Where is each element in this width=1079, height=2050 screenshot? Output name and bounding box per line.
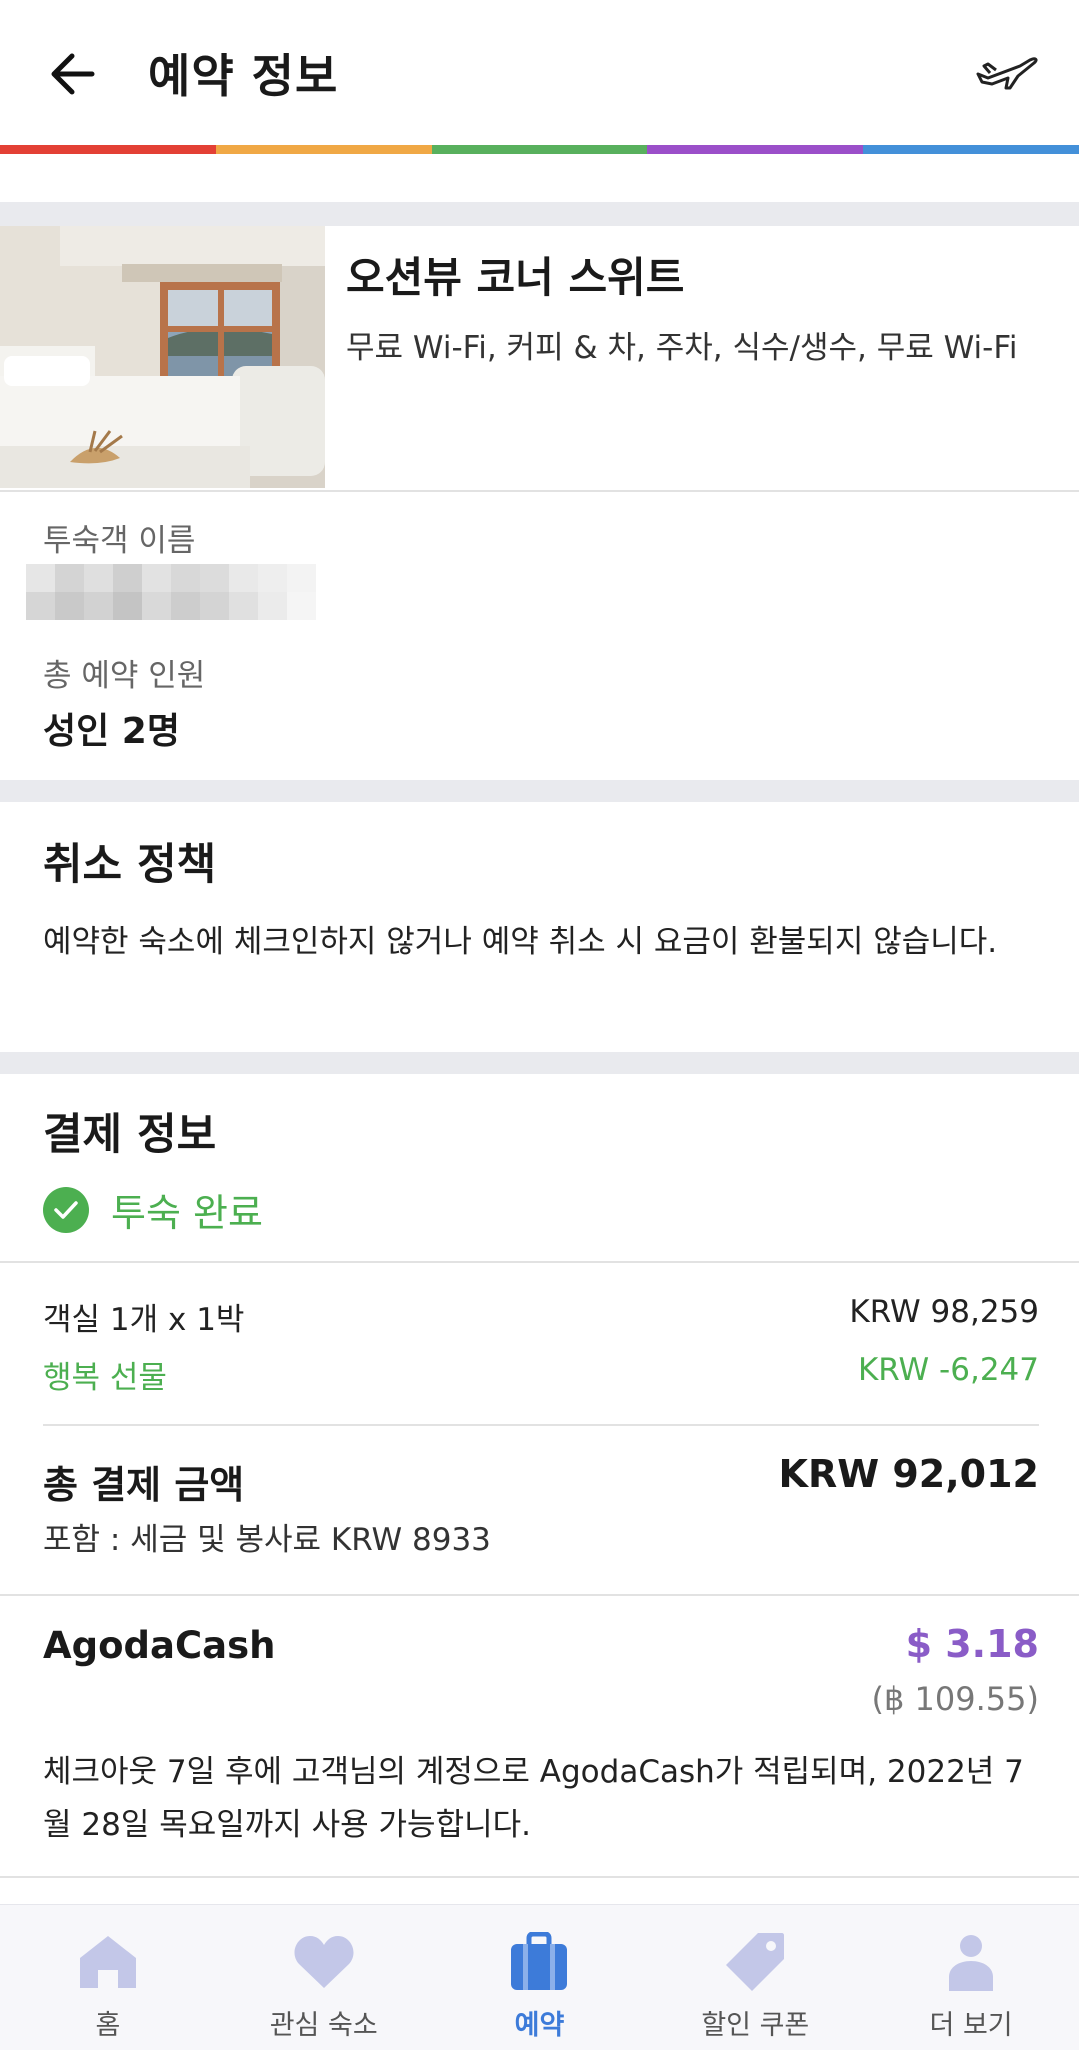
back-button[interactable] <box>42 44 102 104</box>
room-charge-label: 객실 1개 x 1박 <box>43 1302 245 1338</box>
room-charge-value: KRW 98,259 <box>849 1294 1039 1330</box>
tag-icon <box>726 1933 785 1991</box>
room-amenities: 무료 Wi-Fi, 커피 & 차, 주차, 식수/생수, 무료 Wi-Fi <box>346 330 1018 366</box>
agodacash-usd-value: $ 3.18 <box>905 1622 1039 1666</box>
rainbow-divider <box>0 145 1079 154</box>
check-circle-icon <box>43 1186 89 1233</box>
cancellation-policy-text: 예약한 숙소에 체크인하지 않거나 예약 취소 시 요금이 환불되지 않습니다. <box>43 924 998 960</box>
nav-label-bookings: 예약 <box>514 2010 565 2041</box>
divider <box>0 1876 1079 1878</box>
color-segment-blue <box>863 145 1079 154</box>
room-photo[interactable] <box>0 226 325 488</box>
cancellation-policy-title: 취소 정책 <box>43 840 217 890</box>
nav-item-home[interactable]: 홈 <box>0 1905 216 2050</box>
divider <box>0 1261 1079 1263</box>
nav-label-coupons: 할인 쿠폰 <box>701 2010 810 2041</box>
color-segment-green <box>431 145 648 154</box>
gift-discount-label: 행복 선물 <box>43 1360 167 1396</box>
divider <box>43 1424 1039 1426</box>
flight-button[interactable] <box>971 42 1043 102</box>
nav-item-favorites[interactable]: 관심 숙소 <box>216 1905 432 2050</box>
nav-label-more: 더 보기 <box>929 2010 1013 2041</box>
divider <box>0 490 1079 492</box>
agodacash-label: AgodaCash <box>43 1624 276 1667</box>
guest-count-value: 성인 2명 <box>43 711 180 752</box>
briefcase-icon <box>511 1932 568 1990</box>
page-title: 예약 정보 <box>148 49 339 103</box>
nav-item-coupons[interactable]: 할인 쿠폰 <box>647 1905 863 2050</box>
total-payment-label: 총 결제 금액 <box>43 1463 245 1507</box>
redacted-guest-name <box>26 564 316 620</box>
guest-name-label: 투숙객 이름 <box>43 523 196 559</box>
room-name: 오션뷰 코너 스위트 <box>346 253 685 302</box>
stay-status: 투숙 완료 <box>43 1182 263 1237</box>
nav-label-home: 홈 <box>95 2010 121 2041</box>
nav-item-bookings[interactable]: 예약 <box>432 1905 648 2050</box>
agodacash-note: 체크아웃 7일 후에 고객님의 계정으로 AgodaCash가 적립되며, 20… <box>43 1754 1024 1843</box>
airplane-icon <box>976 57 1038 90</box>
heart-icon <box>294 1936 354 1988</box>
nav-item-more[interactable]: 더 보기 <box>863 1905 1079 2050</box>
payment-info-title: 결제 정보 <box>43 1110 217 1160</box>
person-icon <box>949 1935 994 1991</box>
section-gap <box>0 1052 1079 1074</box>
total-payment-value: KRW 92,012 <box>778 1452 1040 1496</box>
app-header: 예약 정보 <box>0 0 1079 145</box>
stay-status-text: 투숙 완료 <box>111 1191 263 1235</box>
bottom-navigation: 홈 관심 숙소 예약 할인 쿠폰 더 보기 <box>0 1904 1079 2050</box>
color-segment-red <box>0 145 216 154</box>
tax-note: 포함 : 세금 및 봉사료 KRW 8933 <box>43 1522 491 1558</box>
guest-count-label: 총 예약 인원 <box>43 658 206 694</box>
home-icon <box>79 1936 136 1988</box>
nav-label-favorites: 관심 숙소 <box>269 2010 378 2041</box>
gift-discount-value: KRW -6,247 <box>857 1352 1039 1388</box>
color-segment-purple <box>647 145 864 154</box>
agodacash-thb-value: (฿ 109.55) <box>871 1680 1039 1718</box>
section-gap <box>0 202 1079 226</box>
divider <box>0 1594 1079 1596</box>
section-gap <box>0 780 1079 802</box>
arrow-left-icon <box>51 53 95 95</box>
color-segment-orange <box>215 145 432 154</box>
